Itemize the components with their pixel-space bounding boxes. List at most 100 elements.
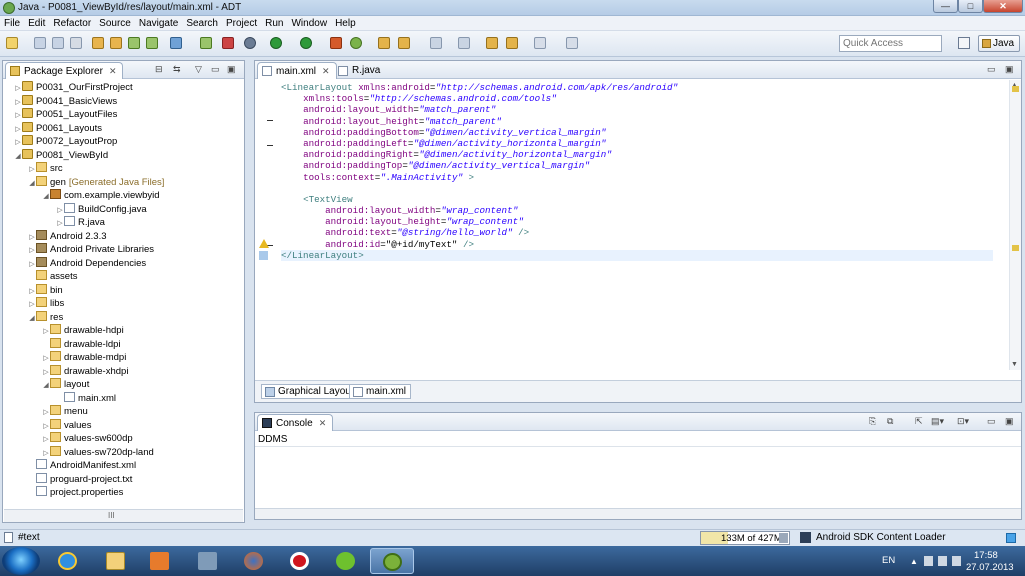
- display-console-icon[interactable]: ▤▾: [931, 416, 944, 427]
- tree-item[interactable]: ▷ values-sw600dp: [42, 432, 133, 445]
- android-sdk-icon[interactable]: [92, 37, 104, 49]
- tree-twisty-icon[interactable]: ▷: [42, 420, 50, 433]
- taskbar-firefox[interactable]: [232, 548, 276, 574]
- tree-item[interactable]: ▷ Android 2.3.3: [28, 229, 107, 244]
- console-output[interactable]: DDMS: [255, 432, 1021, 519]
- new-icon[interactable]: [6, 37, 18, 49]
- scroll-lock-icon[interactable]: ⧉: [887, 416, 893, 427]
- gc-icon[interactable]: [779, 533, 788, 543]
- tree-twisty-icon[interactable]: ▷: [28, 285, 36, 298]
- tree-item[interactable]: ▷ Android Private Libraries: [28, 243, 154, 256]
- code-line[interactable]: <TextView: [281, 194, 993, 205]
- scroll-down-icon[interactable]: ▼: [1011, 361, 1018, 368]
- tab-console[interactable]: Console ✕: [257, 414, 334, 431]
- quick-access-field[interactable]: [839, 35, 942, 52]
- new-class-icon[interactable]: [350, 37, 362, 49]
- tree-item[interactable]: ▷ libs: [28, 297, 64, 310]
- tree-twisty-icon[interactable]: ◢: [42, 190, 50, 203]
- overview-warning-marker[interactable]: [1012, 86, 1019, 92]
- save-all-icon[interactable]: [52, 37, 64, 49]
- tree-item[interactable]: main.xml: [56, 391, 116, 405]
- checklist-icon[interactable]: [170, 37, 182, 49]
- menu-project[interactable]: Project: [222, 16, 261, 31]
- tree-item[interactable]: ▷ P0031_OurFirstProject: [14, 81, 133, 94]
- code-line[interactable]: android:paddingTop="@dimen/activity_vert…: [281, 160, 993, 171]
- tab-package-explorer[interactable]: Package Explorer ✕: [5, 62, 124, 79]
- tree-twisty-icon[interactable]: ▷: [28, 231, 36, 244]
- navigate-icon[interactable]: [534, 37, 546, 49]
- warning-icon[interactable]: [259, 239, 269, 248]
- back-icon[interactable]: [486, 37, 498, 49]
- clock-date[interactable]: 27.07.2013: [966, 562, 1014, 573]
- tree-item[interactable]: ▷ src: [28, 162, 63, 175]
- tree-item[interactable]: ▷ R.java: [56, 216, 105, 229]
- tree-twisty-icon[interactable]: ▷: [28, 298, 36, 311]
- code-line[interactable]: android:paddingBottom="@dimen/activity_v…: [281, 127, 993, 138]
- open-type-icon[interactable]: [378, 37, 390, 49]
- code-line[interactable]: tools:context=".MainActivity" >: [281, 172, 993, 183]
- tree-item[interactable]: ▷ P0072_LayoutProp: [14, 135, 117, 148]
- tree-item[interactable]: ▷ drawable-xhdpi: [42, 364, 128, 379]
- console-horizontal-scrollbar[interactable]: [255, 508, 1021, 519]
- tree-item[interactable]: ▷ menu: [42, 405, 88, 418]
- taskbar-media[interactable]: [138, 548, 182, 574]
- tree-item[interactable]: ◢ com.example.viewbyid: [42, 189, 160, 202]
- link-with-editor-icon[interactable]: ⇆: [173, 64, 181, 75]
- menu-navigate[interactable]: Navigate: [135, 16, 182, 31]
- tree-twisty-icon[interactable]: ▷: [42, 406, 50, 419]
- tree-item[interactable]: assets: [28, 270, 77, 283]
- run-icon[interactable]: [270, 37, 282, 49]
- close-tab-icon[interactable]: ✕: [109, 66, 117, 76]
- new-android-project-icon[interactable]: [200, 37, 212, 49]
- minimize-button[interactable]: —: [933, 0, 958, 13]
- maximize-button[interactable]: □: [958, 0, 983, 13]
- close-button[interactable]: ✕: [983, 0, 1023, 13]
- tree-item[interactable]: ▷ P0061_Layouts: [14, 121, 102, 136]
- lint-icon[interactable]: [146, 37, 158, 49]
- tab-r-java[interactable]: R.java: [333, 62, 387, 79]
- tree-item[interactable]: proguard-project.txt: [28, 472, 132, 486]
- tree-twisty-icon[interactable]: ▷: [14, 96, 22, 109]
- pin-editor-icon[interactable]: [566, 37, 578, 49]
- next-annotation-icon[interactable]: [458, 37, 470, 49]
- tab-main-xml[interactable]: main.xml ✕: [257, 62, 337, 79]
- tree-item[interactable]: ▷ drawable-mdpi: [42, 351, 126, 364]
- tray-expand-icon[interactable]: ▲: [910, 557, 918, 566]
- clock-time[interactable]: 17:58: [974, 550, 998, 561]
- editor-vertical-scrollbar[interactable]: ▲ ▼: [1009, 80, 1021, 370]
- menu-edit[interactable]: Edit: [24, 16, 49, 31]
- code-line[interactable]: android:paddingLeft="@dimen/activity_hor…: [281, 138, 993, 149]
- run-external-icon[interactable]: [300, 37, 312, 49]
- collapse-all-icon[interactable]: ⊟: [155, 64, 163, 75]
- tree-twisty-icon[interactable]: ▷: [14, 136, 22, 149]
- fold-marker[interactable]: [267, 120, 273, 121]
- volume-icon[interactable]: [952, 556, 961, 566]
- tree-twisty-icon[interactable]: ▷: [42, 366, 50, 379]
- code-line[interactable]: android:layout_width="wrap_content": [281, 205, 993, 216]
- code-line[interactable]: android:layout_height="wrap_content": [281, 216, 993, 227]
- tree-twisty-icon[interactable]: ▷: [42, 325, 50, 338]
- open-perspective-icon[interactable]: [958, 37, 970, 49]
- tree-item[interactable]: drawable-ldpi: [42, 337, 121, 351]
- tree-twisty-icon[interactable]: ▷: [14, 123, 22, 136]
- android-icon[interactable]: [128, 37, 140, 49]
- menu-search[interactable]: Search: [182, 16, 222, 31]
- xml-editor[interactable]: <LinearLayout xmlns:android="http://sche…: [255, 80, 1021, 380]
- view-menu-icon[interactable]: ▽: [195, 64, 202, 75]
- tree-twisty-icon[interactable]: ◢: [28, 177, 36, 190]
- taskbar-adt[interactable]: [370, 548, 414, 574]
- close-tab-icon[interactable]: ✕: [319, 418, 327, 428]
- tree-twisty-icon[interactable]: ▷: [42, 433, 50, 446]
- overview-warning-marker[interactable]: [1012, 245, 1019, 251]
- code-line[interactable]: [281, 183, 993, 194]
- tree-item[interactable]: ▷ Android Dependencies: [28, 256, 146, 270]
- maximize-view-icon[interactable]: ▣: [1005, 64, 1014, 75]
- close-tab-icon[interactable]: ✕: [322, 66, 330, 76]
- code-line[interactable]: xmlns:tools="http://schemas.android.com/…: [281, 93, 993, 104]
- fold-marker[interactable]: [267, 145, 273, 146]
- code-line[interactable]: android:id="@+id/myText" />: [281, 239, 993, 250]
- code-line[interactable]: android:layout_width="match_parent": [281, 104, 993, 115]
- tree-item[interactable]: ▷ bin: [28, 283, 63, 298]
- heap-status[interactable]: 133M of 427M: [700, 531, 790, 545]
- tree-item[interactable]: ◢ gen [Generated Java Files]: [28, 175, 164, 190]
